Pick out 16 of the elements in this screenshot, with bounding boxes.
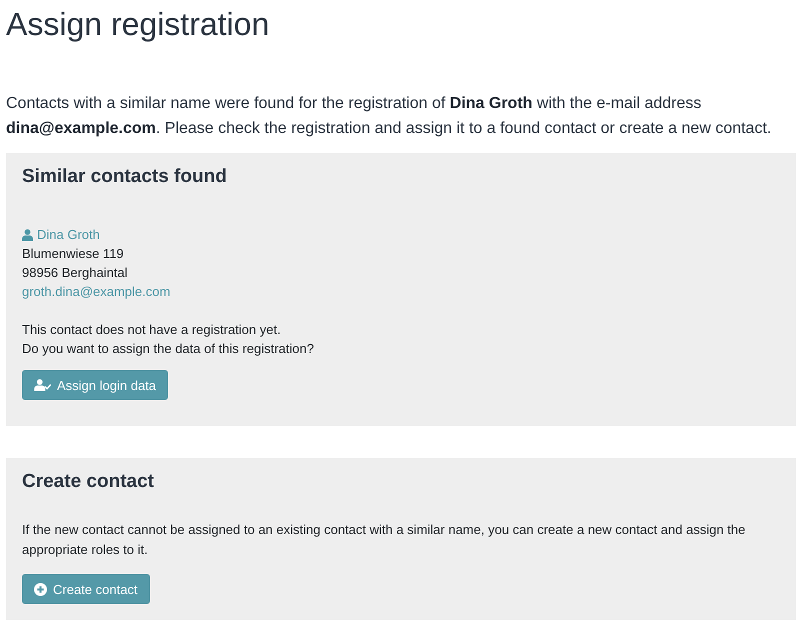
plus-circle-icon <box>34 582 47 596</box>
page-title: Assign registration <box>6 5 270 43</box>
create-contact-text: If the new contact cannot be assigned to an existing contact with a similar name, you can create a new contact and assign the appropriate roles to it. <box>22 521 746 559</box>
intro-text: Contacts with a similar name were found for the registration of Dina Groth with the e-mail address dina@example.com. Please check the registration and assign it to a found contact or create a new contact. <box>6 94 772 138</box>
create-contact-button[interactable]: Create contact <box>22 574 150 604</box>
address-line: 98956 Berghaintal <box>22 264 129 282</box>
note-text: This contact does not have a registration yet. <box>22 321 282 339</box>
contact-name-link[interactable]: Dina Groth <box>37 225 100 244</box>
email-link[interactable]: groth.dina@example.com <box>22 282 170 301</box>
panel-heading: Create contact <box>22 470 155 493</box>
user-icon <box>22 228 33 240</box>
address-line: Blumenwiese 119 <box>22 245 125 263</box>
note-text: Do you want to assign the data of this registration? <box>22 340 315 358</box>
panel-heading: Similar contacts found <box>22 165 228 188</box>
assign-login-data-button[interactable]: Assign login data <box>22 370 168 400</box>
user-check-icon <box>34 379 51 391</box>
